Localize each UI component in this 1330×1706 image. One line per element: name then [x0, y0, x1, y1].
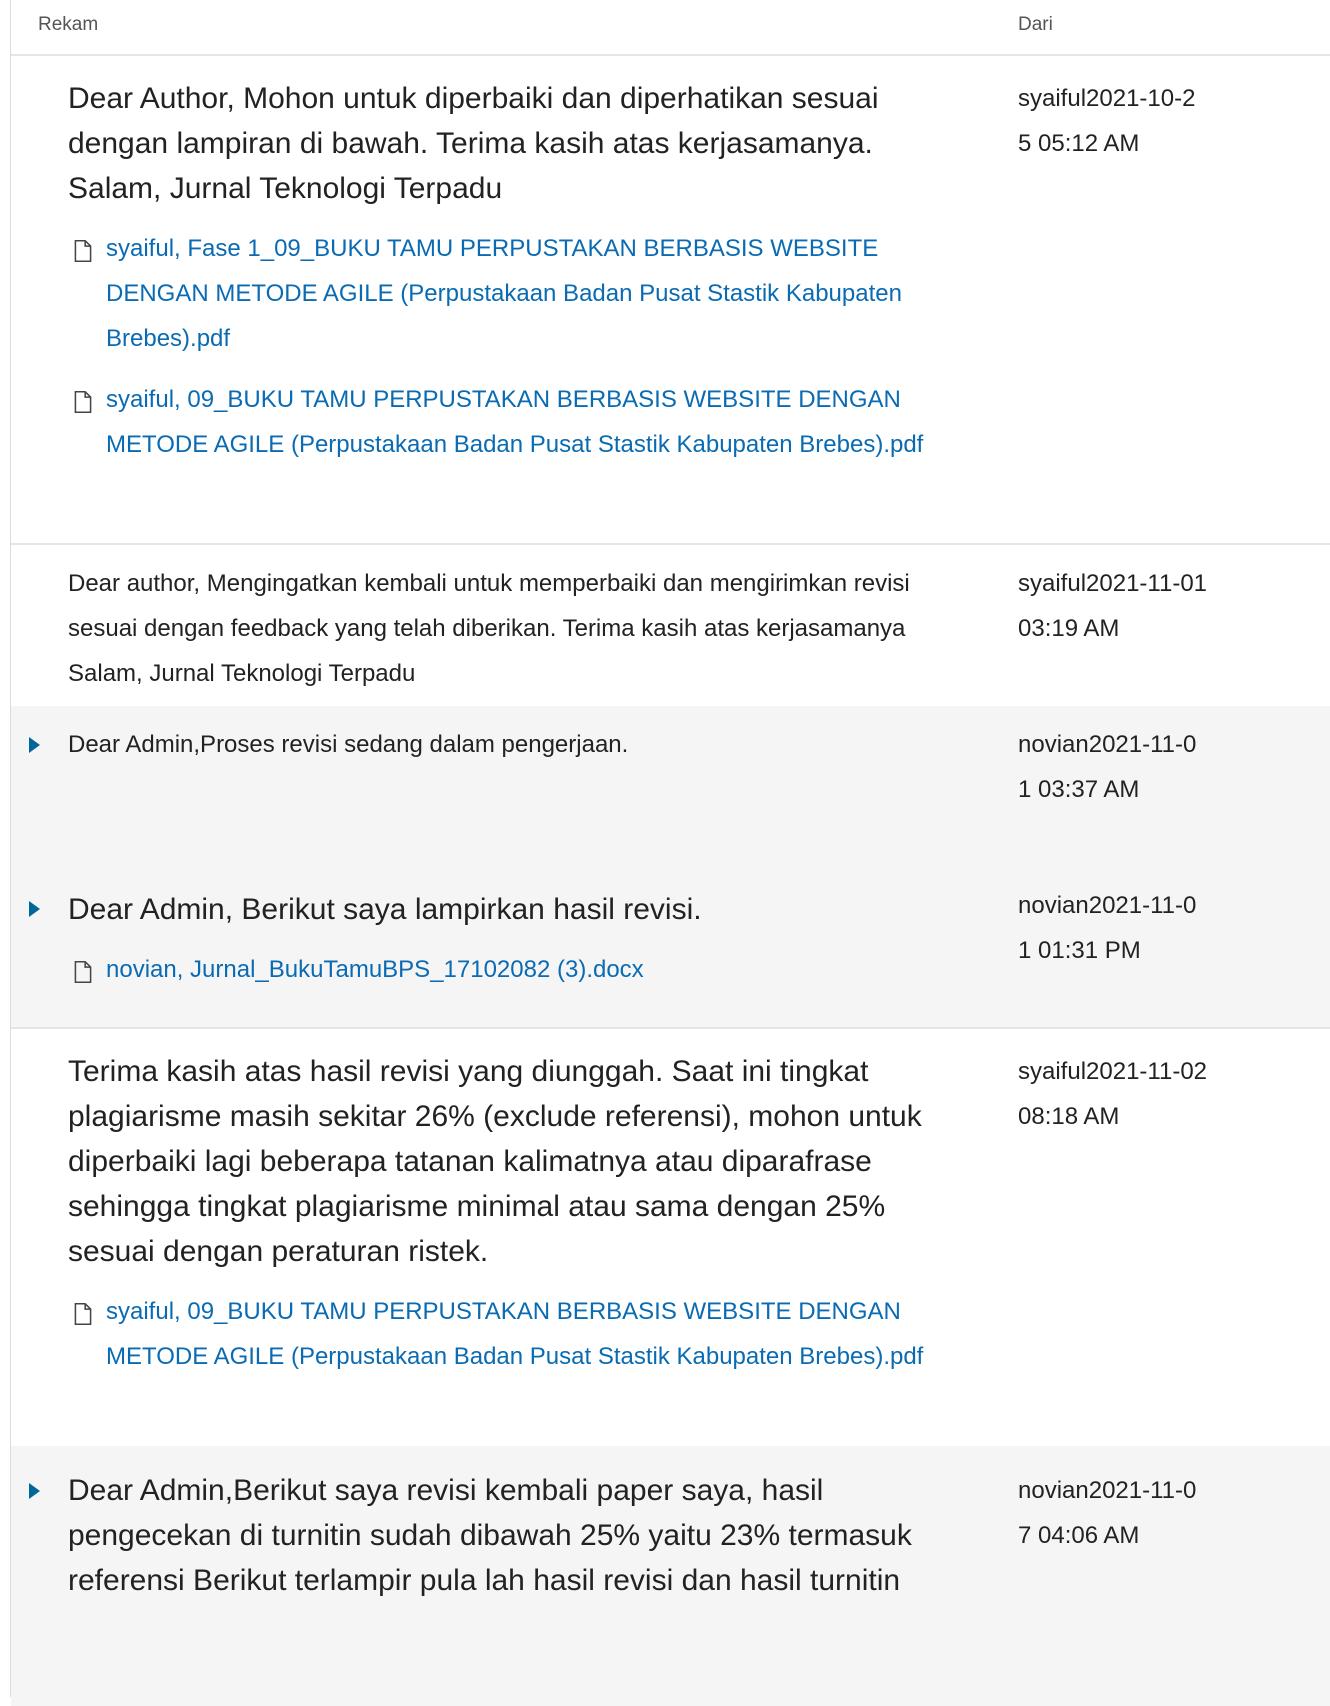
expand-toggle-icon[interactable] [29, 1483, 40, 1499]
message-from: novian2021-11-01 03:37 AM [1018, 731, 1197, 803]
attachment-filename: syaiful, 09_BUKU TAMU PERPUSTAKAN BERBAS… [106, 386, 924, 458]
table-row: Dear Admin,Proses revisi sedang dalam pe… [11, 706, 1330, 867]
expand-toggle-icon[interactable] [29, 901, 40, 917]
message-from: novian2021-11-01 01:31 PM [1018, 892, 1197, 964]
attachment-filename: syaiful, 09_BUKU TAMU PERPUSTAKAN BERBAS… [106, 1298, 924, 1370]
file-icon [74, 390, 92, 414]
file-icon [74, 239, 92, 263]
table-row: Dear Author, Mohon untuk diperbaiki dan … [11, 54, 1330, 545]
message-text: Dear Author, Mohon untuk diperbaiki dan … [68, 82, 879, 205]
attachment-link[interactable]: syaiful, 09_BUKU TAMU PERPUSTAKAN BERBAS… [70, 1289, 968, 1379]
table-header: Rekam Dari [11, 0, 1330, 56]
discussion-table: Rekam Dari Dear Author, Mohon untuk dipe… [10, 0, 1330, 1706]
attachment-list: syaiful, 09_BUKU TAMU PERPUSTAKAN BERBAS… [68, 1289, 968, 1379]
column-header-dari: Dari [1018, 14, 1053, 35]
attachment-list: syaiful, Fase 1_09_BUKU TAMU PERPUSTAKAN… [68, 226, 968, 467]
message-text: Dear author, Mengingatkan kembali untuk … [68, 570, 910, 687]
file-icon [74, 960, 92, 984]
attachment-link[interactable]: syaiful, 09_BUKU TAMU PERPUSTAKAN BERBAS… [70, 377, 968, 467]
message-cell: Dear Author, Mohon untuk diperbaiki dan … [68, 76, 968, 483]
message-text: Dear Admin,Proses revisi sedang dalam pe… [68, 731, 629, 758]
message-cell: Terima kasih atas hasil revisi yang diun… [68, 1049, 968, 1395]
attachment-filename: novian, Jurnal_BukuTamuBPS_17102082 (3).… [106, 956, 644, 983]
attachment-filename: syaiful, Fase 1_09_BUKU TAMU PERPUSTAKAN… [106, 235, 902, 352]
expand-toggle-icon[interactable] [29, 737, 40, 753]
column-header-rekam: Rekam [38, 14, 99, 35]
message-text: Dear Admin, Berikut saya lampirkan hasil… [68, 893, 702, 926]
message-cell: Dear Admin, Berikut saya lampirkan hasil… [68, 887, 968, 1008]
attachment-list: novian, Jurnal_BukuTamuBPS_17102082 (3).… [68, 947, 968, 992]
table-row: Dear Admin,Berikut saya revisi kembali p… [11, 1446, 1330, 1706]
attachment-link[interactable]: novian, Jurnal_BukuTamuBPS_17102082 (3).… [70, 947, 968, 992]
message-from: syaiful2021-11-01 03:19 AM [1018, 570, 1208, 642]
attachment-link[interactable]: syaiful, Fase 1_09_BUKU TAMU PERPUSTAKAN… [70, 226, 968, 361]
message-from: syaiful2021-10-25 05:12 AM [1018, 85, 1196, 157]
message-from: novian2021-11-07 04:06 AM [1018, 1477, 1197, 1549]
message-from: syaiful2021-11-02 08:18 AM [1018, 1058, 1208, 1130]
table-row: Terima kasih atas hasil revisi yang diun… [11, 1027, 1330, 1448]
message-text: Terima kasih atas hasil revisi yang diun… [68, 1055, 922, 1268]
table-row: Dear author, Mengingatkan kembali untuk … [11, 543, 1330, 708]
file-icon [74, 1302, 92, 1326]
message-text: Dear Admin,Berikut saya revisi kembali p… [68, 1474, 912, 1597]
table-row: Dear Admin, Berikut saya lampirkan hasil… [11, 865, 1330, 1029]
